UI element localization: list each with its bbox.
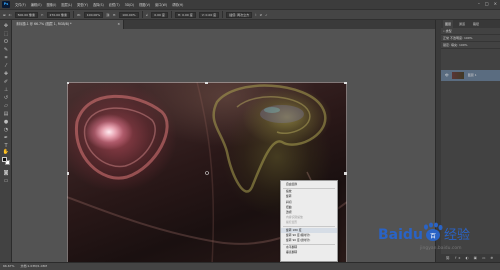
zoom-level[interactable]: 66.67%	[3, 263, 14, 270]
transform-context-menu: 自由变换 缩放 旋转 斜切 扭曲 透视 内容识别缩放 操控变形 旋转 180 度…	[280, 180, 338, 262]
menu-item-flip-vertical[interactable]: 垂直翻转	[281, 250, 337, 255]
menu-item-rotate-90-ccw[interactable]: 旋转 90 度(逆时针)	[281, 238, 337, 243]
watermark-paw-char: 百	[430, 233, 436, 240]
move-tool-icon[interactable]: ✥	[2, 23, 10, 30]
maximize-button[interactable]: □	[485, 1, 489, 6]
watermark-brand: Baidu	[378, 227, 423, 243]
h-skew-field[interactable]: H: 0.00 度	[174, 11, 196, 18]
lasso-tool-icon[interactable]: ʘ	[2, 39, 10, 46]
menu-edit[interactable]: 编辑(E)	[31, 2, 42, 7]
hand-tool-icon[interactable]: ✋	[2, 149, 10, 156]
link-icon[interactable]: ⛓	[106, 13, 110, 17]
close-window-button[interactable]: ×	[494, 1, 497, 6]
layer-thumbnail	[451, 71, 464, 79]
document-tab-label: 未标题-1 @ 66.7% (图层 1, RGB/8) *	[16, 22, 72, 26]
opacity-field[interactable]: 不透明度: 100%	[450, 36, 473, 40]
document-size: 文档:1.03M/1.03M	[20, 264, 48, 268]
document-tab[interactable]: 未标题-1 @ 66.7% (图层 1, RGB/8) * ×	[12, 20, 124, 29]
divider	[72, 11, 74, 18]
menu-3d[interactable]: 3D(D)	[125, 3, 134, 7]
layer-row[interactable]: 👁 图层 1	[441, 70, 500, 81]
window-controls: – □ ×	[478, 1, 497, 6]
marquee-tool-icon[interactable]: ⬚	[2, 31, 10, 38]
filter-kind-select[interactable]: 类型	[446, 29, 452, 33]
eyedropper-tool-icon[interactable]: ⁄	[2, 63, 10, 70]
brush-tool-icon[interactable]: ✐	[2, 79, 10, 86]
tab-channels[interactable]: 通道	[457, 20, 467, 28]
pen-tool-icon[interactable]: ✒	[2, 135, 10, 142]
crop-tool-icon[interactable]: ⌗	[2, 55, 10, 62]
screen-mode-icon[interactable]: ▭	[2, 178, 10, 185]
menu-select[interactable]: 选择(S)	[93, 2, 104, 7]
gradient-tool-icon[interactable]: ▤	[2, 111, 10, 118]
w-label: W:	[76, 12, 81, 17]
fill-field[interactable]: 填充: 100%	[451, 43, 468, 47]
divider	[170, 11, 172, 18]
menu-item-puppet-warp: 操控变形	[286, 220, 298, 225]
cancel-transform-icon[interactable]: ⊘	[260, 13, 263, 17]
v-skew-field[interactable]: V: 0.00 度	[198, 11, 220, 18]
menu-window[interactable]: 窗口(W)	[155, 2, 167, 7]
menu-item-free-transform[interactable]: 自由变换	[281, 182, 337, 187]
divider	[222, 11, 224, 18]
status-bar: 66.67% 文档:1.03M/1.03M	[0, 262, 500, 270]
close-tab-icon[interactable]: ×	[117, 20, 120, 29]
reference-point-icon[interactable]: ⊞	[3, 13, 6, 17]
width-field[interactable]: 100.00%	[83, 11, 104, 18]
menu-type[interactable]: 类型(Y)	[77, 2, 88, 7]
healing-tool-icon[interactable]: ✚	[2, 71, 10, 78]
baidu-paw-logo-icon: Baidu 百 经验 jingyan.baidu.com	[378, 222, 470, 251]
watermark-url: jingyan.baidu.com	[419, 245, 462, 251]
blend-opacity-row: 正常 不透明度: 100%	[441, 35, 500, 42]
menu-image[interactable]: 图像(I)	[47, 2, 57, 7]
quick-mask-icon[interactable]: ◙	[2, 170, 10, 177]
x-field[interactable]: 500.00 像素	[14, 11, 39, 18]
blend-mode-select[interactable]: 正常	[443, 36, 449, 40]
divider	[141, 11, 143, 18]
document-tab-bar: 未标题-1 @ 66.7% (图层 1, RGB/8) * ×	[12, 20, 435, 29]
menu-help[interactable]: 帮助(H)	[172, 2, 183, 7]
menu-filter[interactable]: 滤镜(T)	[109, 2, 120, 7]
tools-panel: ✥ ⬚ ʘ ✎ ⌗ ⁄ ✚ ✐ ⊥ ↺ ▱ ▤ ● ◔ ✒ T ✋ ◙ ▭	[0, 20, 12, 262]
warp-icon[interactable]: ⌇	[255, 13, 256, 17]
tab-paths[interactable]: 路径	[471, 20, 481, 28]
commit-transform-icon[interactable]: ✓	[265, 13, 268, 17]
angle-field[interactable]: 0.00 度	[151, 11, 168, 18]
lock-label: 锁定:	[443, 43, 451, 47]
menu-layer[interactable]: 图层(L)	[61, 2, 72, 7]
tab-layers[interactable]: 图层	[443, 20, 454, 28]
h-label: H:	[112, 12, 117, 17]
dodge-tool-icon[interactable]: ◔	[2, 127, 10, 134]
watermark-cn: 经验	[444, 227, 470, 243]
lock-fill-row: 锁定: 填充: 100%	[441, 42, 500, 49]
layer-filter-row[interactable]: ⌕ 类型	[441, 28, 500, 35]
interpolation-select[interactable]: 插值: 两次立方	[226, 11, 253, 18]
options-bar: ⊞ X: 500.00 像素 Y: 270.00 像素 W: 100.00% ⛓…	[0, 9, 500, 20]
history-brush-tool-icon[interactable]: ↺	[2, 95, 10, 102]
eraser-tool-icon[interactable]: ▱	[2, 103, 10, 110]
height-field[interactable]: 100.00%	[119, 11, 139, 18]
y-field[interactable]: 270.00 像素	[46, 11, 70, 18]
visibility-eye-icon[interactable]: 👁	[445, 73, 449, 77]
quick-select-tool-icon[interactable]: ✎	[2, 47, 10, 54]
menu-bar: Ps 文件(F) 编辑(E) 图像(I) 图层(L) 类型(Y) 选择(S) 滤…	[0, 0, 500, 9]
menu-view[interactable]: 视图(V)	[139, 2, 150, 7]
photoshop-logo-icon: Ps	[2, 1, 10, 8]
layers-footer-icons[interactable]: ⛓ fx ◐ ▣ ▭ ⊕ 🗑	[441, 254, 500, 268]
canvas-workspace[interactable]	[12, 29, 435, 265]
menu-file[interactable]: 文件(F)	[15, 2, 26, 7]
minimize-button[interactable]: –	[478, 1, 480, 6]
blur-tool-icon[interactable]: ●	[2, 119, 10, 126]
x-label: X:	[8, 12, 12, 17]
stamp-tool-icon[interactable]: ⊥	[2, 87, 10, 94]
foreground-color-swatch[interactable]	[2, 157, 7, 162]
angle-icon: ∠	[145, 12, 149, 17]
baidu-jingyan-watermark: Baidu 百 经验 jingyan.baidu.com	[378, 222, 490, 252]
layers-panel-tabs: 图层 通道 路径	[441, 20, 500, 28]
layer-name[interactable]: 图层 1	[468, 73, 477, 77]
y-label: Y:	[41, 12, 44, 17]
